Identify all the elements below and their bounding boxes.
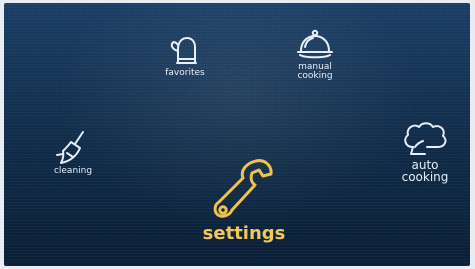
- cloche-icon: [297, 29, 333, 59]
- oven-mitt-icon: [170, 37, 197, 64]
- cleaning-button[interactable]: cleaning: [38, 129, 108, 176]
- favorites-label: favorites: [165, 68, 205, 78]
- auto-cooking-label: auto cooking: [401, 158, 449, 184]
- manual-cooking-button[interactable]: manual cooking: [280, 27, 350, 81]
- oven-menu-screen: favorites manual cooking cleaning settin…: [4, 3, 470, 266]
- favorites-button[interactable]: favorites: [150, 33, 220, 78]
- settings-label: settings: [202, 223, 286, 244]
- chef-hat-icon: [404, 122, 447, 155]
- wrench-icon: [213, 159, 273, 218]
- auto-cooking-button[interactable]: auto cooking: [384, 119, 466, 183]
- settings-button[interactable]: settings: [194, 155, 294, 243]
- manual-cooking-label: manual cooking: [297, 62, 333, 81]
- cleaning-label: cleaning: [53, 166, 93, 176]
- broom-icon: [56, 131, 84, 164]
